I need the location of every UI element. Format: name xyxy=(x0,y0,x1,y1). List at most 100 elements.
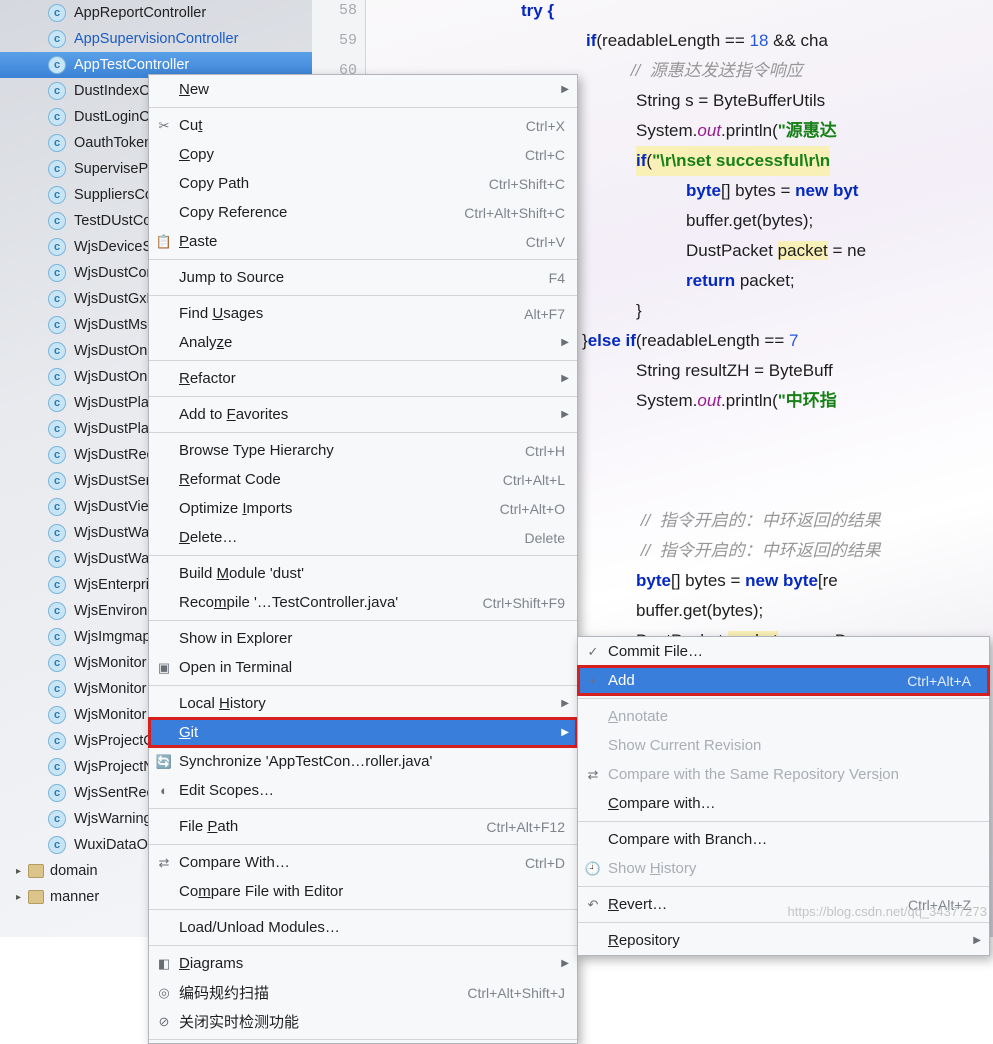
tree-item-label: domain xyxy=(50,863,98,879)
menu-item[interactable]: ▣Open in Terminal xyxy=(149,653,577,682)
menu-item[interactable]: ✂CutCtrl+X xyxy=(149,111,577,140)
menu-item[interactable]: Compare File with Editor xyxy=(149,877,577,906)
menu-item[interactable]: Add to Favorites▶ xyxy=(149,400,577,429)
code-text: return xyxy=(686,271,735,290)
menu-shortcut: Ctrl+Shift+F9 xyxy=(483,595,565,611)
menu-item[interactable]: Browse Type HierarchyCtrl+H xyxy=(149,436,577,465)
menu-item-label: Repository xyxy=(608,932,971,949)
code-text: if xyxy=(586,31,596,50)
menu-item-label: Synchronize 'AppTestCon…roller.java' xyxy=(179,753,565,770)
menu-item[interactable]: Compare with Branch… xyxy=(578,825,989,854)
class-icon: c xyxy=(48,498,66,516)
tree-item-label: WjsDustOnl xyxy=(74,369,151,385)
code-text: try { xyxy=(521,1,554,20)
menu-item-label: Recompile '…TestController.java' xyxy=(179,594,483,611)
code-text: new byt xyxy=(795,181,858,200)
menu-item[interactable]: ◐ Edit Scopes… xyxy=(149,776,577,805)
menu-item[interactable]: 📋PasteCtrl+V xyxy=(149,227,577,256)
code-text: (readableLength == xyxy=(636,331,789,350)
tree-item-label: AppTestController xyxy=(74,57,189,73)
code-text: out xyxy=(697,391,721,410)
tree-item-label: WjsDeviceS xyxy=(74,239,152,255)
tree-item-label: WjsDustMse xyxy=(74,317,155,333)
tree-item-label: SuppliersCo xyxy=(74,187,153,203)
menu-icon: ◐ xyxy=(155,782,173,800)
menu-item-label: File Path xyxy=(179,818,486,835)
menu-item[interactable]: ✓Commit File… xyxy=(578,637,989,666)
expand-icon[interactable]: ▸ xyxy=(16,866,26,877)
menu-item[interactable]: Reformat CodeCtrl+Alt+L xyxy=(149,465,577,494)
tree-item-label: WjsSentRec xyxy=(74,785,154,801)
menu-item[interactable]: Jump to SourceF4 xyxy=(149,263,577,292)
menu-item[interactable]: Delete…Delete xyxy=(149,523,577,552)
menu-item[interactable]: Copy PathCtrl+Shift+C xyxy=(149,169,577,198)
menu-item-label: Reformat Code xyxy=(179,471,503,488)
menu-separator xyxy=(149,259,577,260)
menu-item[interactable]: CopyCtrl+C xyxy=(149,140,577,169)
menu-item-label: Copy xyxy=(179,146,525,163)
menu-item[interactable]: ⇄Compare With…Ctrl+D xyxy=(149,848,577,877)
code-text: .println( xyxy=(721,121,778,140)
menu-item-label: Find Usages xyxy=(179,305,524,322)
context-menu[interactable]: New▶ ✂CutCtrl+XCopyCtrl+CCopy PathCtrl+Sh… xyxy=(148,74,578,1044)
menu-shortcut: Alt+F7 xyxy=(524,306,565,322)
menu-icon: ↶ xyxy=(584,896,602,914)
class-icon: c xyxy=(48,108,66,126)
menu-item-label: 编码规约扫描 xyxy=(179,982,467,1003)
code-comment: // 源惠达发送指令响应 xyxy=(626,61,803,80)
tree-item-label: WjsMonitor xyxy=(74,681,147,697)
menu-shortcut: Ctrl+Alt+Shift+C xyxy=(464,205,565,221)
submenu-arrow-icon: ▶ xyxy=(561,337,569,348)
class-icon: c xyxy=(48,238,66,256)
menu-item[interactable]: Build Module 'dust' xyxy=(149,559,577,588)
menu-item[interactable]: File PathCtrl+Alt+F12 xyxy=(149,812,577,841)
menu-item[interactable]: ⊘关闭实时检测功能 xyxy=(149,1007,577,1036)
class-icon: c xyxy=(48,602,66,620)
menu-item-label: Refactor xyxy=(179,370,565,387)
tree-item-label: DustLoginCo xyxy=(74,109,158,125)
tree-item-label: manner xyxy=(50,889,99,905)
menu-icon: ◧ xyxy=(155,955,173,973)
menu-item[interactable]: Copy ReferenceCtrl+Alt+Shift+C xyxy=(149,198,577,227)
menu-item[interactable]: Show in Explorer xyxy=(149,624,577,653)
menu-item[interactable]: Git▶ xyxy=(149,718,577,747)
tree-item-label: WjsDustCon xyxy=(74,265,155,281)
tree-item-label: WjsDustWa xyxy=(74,525,149,541)
menu-item: 🕘Show History xyxy=(578,854,989,883)
menu-item[interactable]: +AddCtrl+Alt+A xyxy=(578,666,989,695)
menu-item[interactable]: Recompile '…TestController.java'Ctrl+Shi… xyxy=(149,588,577,617)
menu-item[interactable]: Find UsagesAlt+F7 xyxy=(149,299,577,328)
tree-item[interactable]: cAppReportController xyxy=(0,0,312,26)
expand-icon[interactable]: ▸ xyxy=(16,892,26,903)
menu-item[interactable]: Repository▶ xyxy=(578,926,989,955)
code-text: [re xyxy=(818,571,838,590)
menu-item[interactable]: Local History▶ xyxy=(149,689,577,718)
menu-item[interactable]: Optimize ImportsCtrl+Alt+O xyxy=(149,494,577,523)
menu-item[interactable]: Analyze▶ xyxy=(149,328,577,357)
menu-item[interactable]: ◎编码规约扫描Ctrl+Alt+Shift+J xyxy=(149,978,577,1007)
menu-item[interactable]: Refactor▶ xyxy=(149,364,577,393)
tree-item-label: WjsDustPlat xyxy=(74,395,153,411)
menu-item-label: Paste xyxy=(179,233,526,250)
menu-item-label: Edit Scopes… xyxy=(179,782,565,799)
tree-item-label: WjsMonitor xyxy=(74,707,147,723)
class-icon: c xyxy=(48,82,66,100)
class-icon: c xyxy=(48,524,66,542)
menu-item[interactable]: Compare with… xyxy=(578,789,989,818)
class-icon: c xyxy=(48,628,66,646)
class-icon: c xyxy=(48,394,66,412)
tree-item-label: SupervisePa xyxy=(74,161,156,177)
class-icon: c xyxy=(48,186,66,204)
code-text: new byte xyxy=(745,571,818,590)
menu-item[interactable]: New▶ xyxy=(149,75,577,104)
menu-item[interactable]: ◧Diagrams▶ xyxy=(149,949,577,978)
menu-item[interactable]: 🔄Synchronize 'AppTestCon…roller.java' xyxy=(149,747,577,776)
tree-item-label: TestDUstCo xyxy=(74,213,151,229)
tree-item[interactable]: cAppSupervisionController xyxy=(0,26,312,52)
menu-separator xyxy=(149,685,577,686)
tree-item-label: WjsDustGxN xyxy=(74,291,157,307)
menu-item[interactable]: Load/Unload Modules… xyxy=(149,913,577,942)
code-text: byte xyxy=(686,181,721,200)
code-text: String resultZH = ByteBuff xyxy=(636,361,833,380)
code-text: [] bytes = xyxy=(671,571,745,590)
